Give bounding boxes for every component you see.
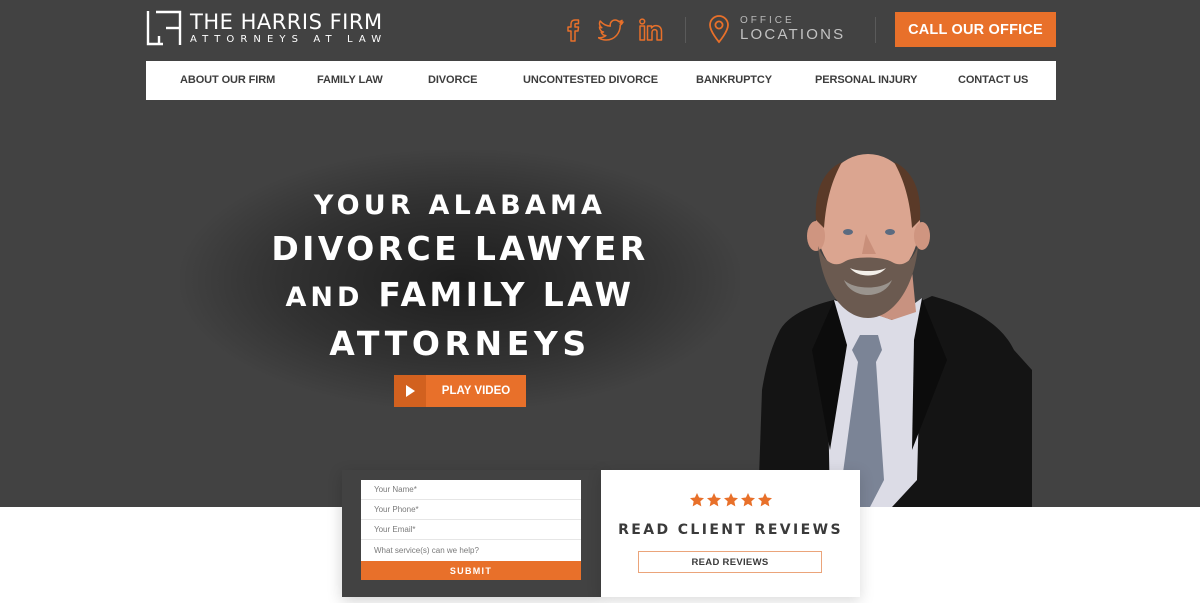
nav-item-family-law[interactable]: FAMILY LAW <box>317 61 383 100</box>
headline-family-law: FAMILY LAW <box>378 275 635 314</box>
nav-item-uncontested-divorce[interactable]: UNCONTESTED DIVORCE <box>523 61 658 100</box>
nav-item-contact-us[interactable]: CONTACT US <box>958 61 1028 100</box>
hero-headline: YOUR ALABAMA DIVORCE LAWYER AND FAMILY L… <box>230 186 690 367</box>
header-divider <box>685 17 686 43</box>
header-divider <box>875 17 876 43</box>
nav-item-personal-injury[interactable]: PERSONAL INJURY <box>815 61 918 100</box>
nav-item-divorce[interactable]: DIVORCE <box>428 61 478 100</box>
page: THE HARRIS FIRM ATTORNEYS AT LAW OFFICE … <box>0 0 1200 603</box>
submit-button[interactable]: SUBMIT <box>361 561 581 580</box>
attorney-portrait <box>758 154 1032 507</box>
map-pin-icon <box>709 15 729 44</box>
locations-label: LOCATIONS <box>740 26 846 43</box>
call-our-office-button[interactable]: CALL OUR OFFICE <box>895 12 1056 47</box>
nav-item-about-our-firm[interactable]: ABOUT OUR FIRM <box>180 61 275 100</box>
headline-and: AND <box>285 282 364 313</box>
headline-line-1: YOUR ALABAMA <box>313 190 607 221</box>
contact-form: SUBMIT <box>342 470 601 597</box>
twitter-icon[interactable] <box>598 16 626 44</box>
office-locations-link[interactable]: OFFICE LOCATIONS <box>708 14 845 44</box>
star-rating <box>601 492 860 508</box>
linkedin-icon[interactable] <box>638 16 664 44</box>
play-video-label: PLAY VIDEO <box>441 385 511 397</box>
main-nav: ABOUT OUR FIRM FAMILY LAW DIVORCE UNCONT… <box>146 61 1056 100</box>
name-field[interactable] <box>374 480 581 499</box>
email-field[interactable] <box>374 520 581 539</box>
star-icon <box>757 493 772 507</box>
star-icon <box>689 493 704 507</box>
phone-field[interactable] <box>374 500 581 519</box>
star-icon <box>706 493 721 507</box>
logo-subtitle: ATTORNEYS AT LAW <box>190 33 388 45</box>
nav-item-bankruptcy[interactable]: BANKRUPTCY <box>696 61 772 100</box>
name-field-wrapper <box>361 480 581 500</box>
play-icon-box <box>394 375 426 407</box>
logo[interactable]: THE HARRIS FIRM ATTORNEYS AT LAW <box>146 10 387 46</box>
headline-line-4: ATTORNEYS <box>329 324 591 363</box>
play-icon <box>406 385 415 397</box>
logo-mark-icon <box>146 10 182 46</box>
star-icon <box>723 493 738 507</box>
reviews-card: READ CLIENT REVIEWS READ REVIEWS <box>601 470 860 597</box>
service-field-wrapper <box>361 540 581 561</box>
service-field[interactable] <box>374 540 581 561</box>
headline-line-3: AND FAMILY LAW <box>230 272 690 321</box>
facebook-icon[interactable] <box>560 16 586 44</box>
headline-line-2: DIVORCE LAWYER <box>271 229 649 268</box>
reviews-title: READ CLIENT REVIEWS <box>618 522 843 538</box>
phone-field-wrapper <box>361 500 581 520</box>
play-video-button[interactable]: PLAY VIDEO <box>394 375 526 407</box>
office-label: OFFICE <box>740 15 795 26</box>
logo-title: THE HARRIS FIRM <box>190 9 383 34</box>
star-icon <box>740 493 755 507</box>
logo-text: THE HARRIS FIRM ATTORNEYS AT LAW <box>190 11 387 46</box>
read-reviews-button[interactable]: READ REVIEWS <box>638 551 822 573</box>
office-locations-text: OFFICE LOCATIONS <box>740 15 845 43</box>
email-field-wrapper <box>361 520 581 540</box>
